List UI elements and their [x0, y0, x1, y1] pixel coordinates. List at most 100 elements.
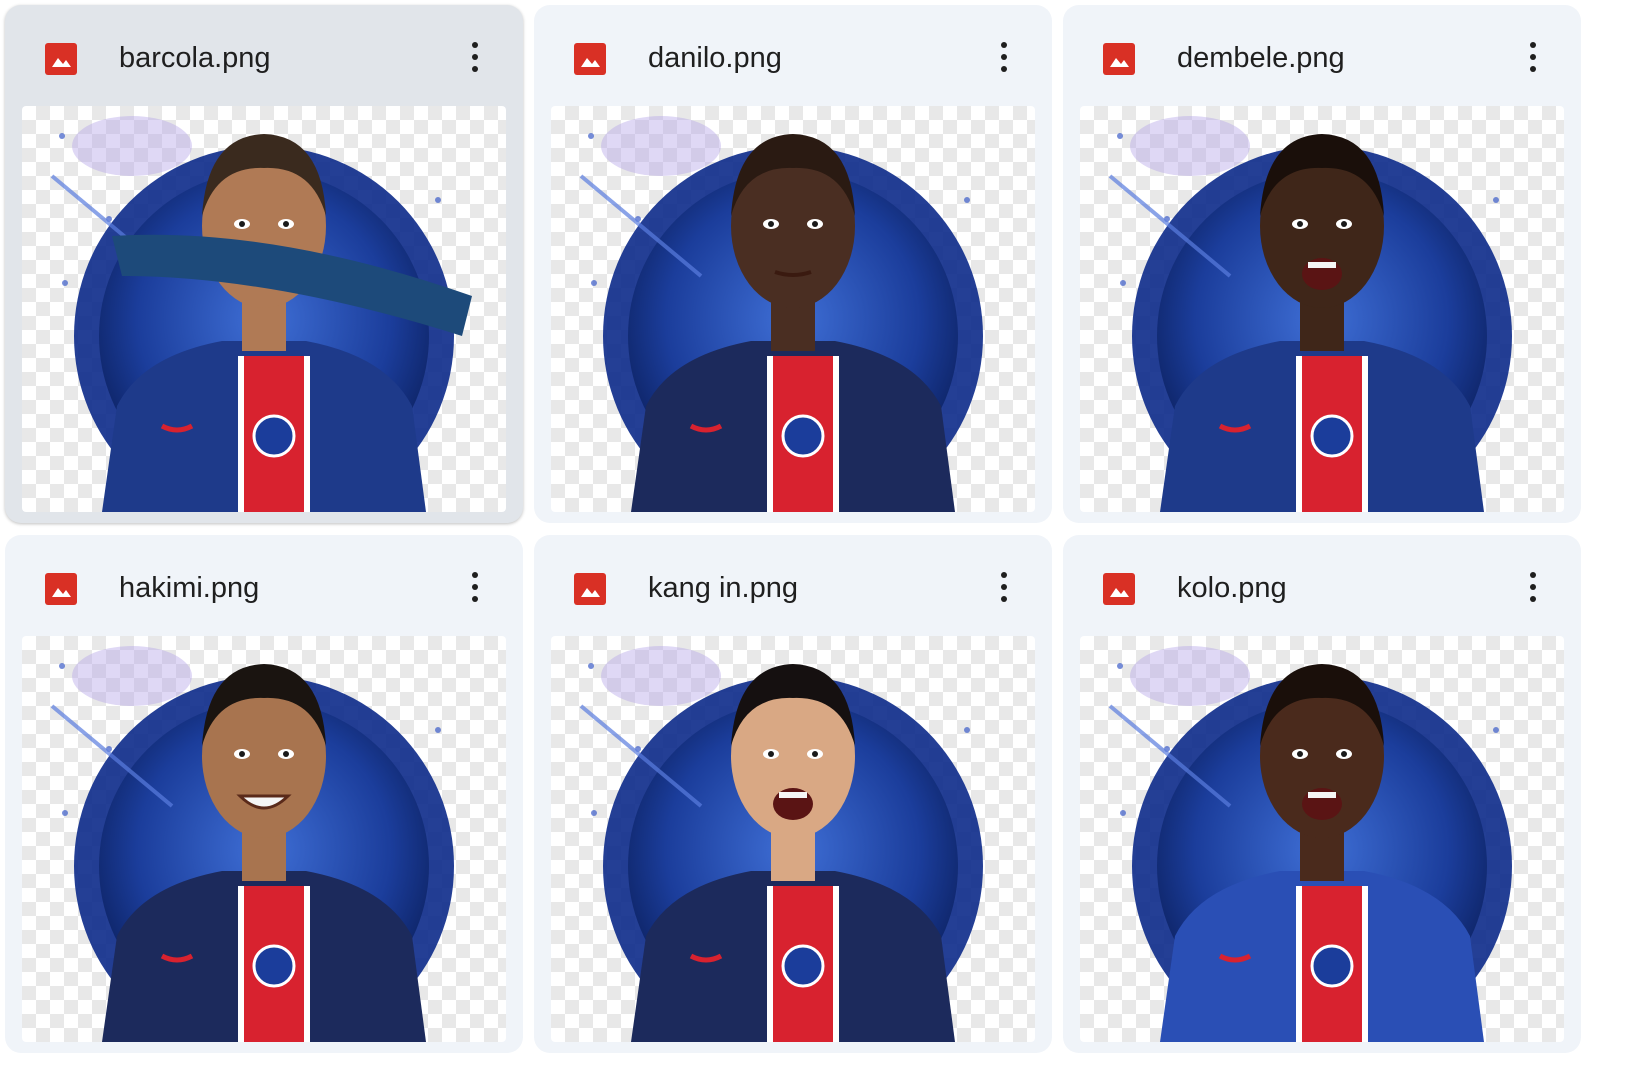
player-pupil — [1341, 751, 1347, 757]
file-thumbnail[interactable] — [22, 106, 506, 512]
glow-shape — [1130, 646, 1250, 706]
jersey-white-stripe-left — [767, 356, 773, 512]
file-name: barcola.png — [119, 42, 271, 74]
glow-shape — [601, 646, 721, 706]
more-vert-icon-dot — [472, 54, 478, 60]
file-thumbnail[interactable] — [1080, 636, 1564, 1042]
file-name: hakimi.png — [119, 572, 260, 604]
sparkle-dot — [62, 280, 68, 286]
sparkle-dot — [62, 810, 68, 816]
player-pupil — [1297, 221, 1303, 227]
file-card-danilo[interactable]: danilo.png — [534, 5, 1052, 523]
player-teeth — [779, 792, 807, 798]
glow-shape — [601, 116, 721, 176]
more-actions-button[interactable] — [1511, 565, 1555, 609]
file-card-kang-in[interactable]: kang in.png — [534, 535, 1052, 1053]
sparkle-dot — [588, 663, 594, 669]
more-vert-icon-dot — [472, 596, 478, 602]
more-vert-icon-dot — [1001, 596, 1007, 602]
file-card-header: kolo.png — [1063, 535, 1581, 631]
file-card-kolo[interactable]: kolo.png — [1063, 535, 1581, 1053]
more-vert-icon-dot — [1530, 596, 1536, 602]
file-name: kang in.png — [648, 572, 798, 604]
club-crest — [1310, 414, 1354, 458]
more-vert-icon — [472, 42, 478, 48]
sparkle-dot — [591, 280, 597, 286]
more-vert-icon-dot — [1530, 54, 1536, 60]
player-neck — [771, 831, 815, 881]
player-pupil — [283, 221, 289, 227]
sparkle-dot — [591, 810, 597, 816]
glow-shape — [72, 116, 192, 176]
file-card-barcola[interactable]: barcola.png — [5, 5, 523, 523]
image-file-icon — [1103, 573, 1135, 605]
more-actions-button[interactable] — [1511, 35, 1555, 79]
player-pupil — [812, 221, 818, 227]
sparkle-dot — [1117, 663, 1123, 669]
player-neck — [242, 831, 286, 881]
more-vert-icon-dot — [1001, 584, 1007, 590]
jersey-white-stripe-left — [767, 886, 773, 1042]
file-thumbnail[interactable] — [551, 636, 1035, 1042]
more-vert-icon — [1001, 42, 1007, 48]
player-pupil — [768, 751, 774, 757]
player-pupil — [239, 751, 245, 757]
more-vert-icon-dot — [1530, 66, 1536, 72]
sparkle-dot — [435, 727, 441, 733]
more-actions-button[interactable] — [982, 565, 1026, 609]
jersey-white-stripe-right — [833, 886, 839, 1042]
jersey-white-stripe-left — [238, 886, 244, 1042]
file-name: danilo.png — [648, 42, 782, 74]
sparkle-dot — [964, 197, 970, 203]
sparkle-dot — [588, 133, 594, 139]
player-neck — [1300, 831, 1344, 881]
jersey-white-stripe-right — [833, 356, 839, 512]
more-actions-button[interactable] — [982, 35, 1026, 79]
glow-shape — [72, 646, 192, 706]
player-pupil — [1297, 751, 1303, 757]
sparkle-dot — [1493, 727, 1499, 733]
sparkle-dot — [1117, 133, 1123, 139]
sparkle-dot — [59, 663, 65, 669]
image-file-icon — [574, 573, 606, 605]
jersey-white-stripe-right — [304, 356, 310, 512]
file-thumbnail[interactable] — [551, 106, 1035, 512]
more-vert-icon — [1530, 572, 1536, 578]
player-pupil — [768, 221, 774, 227]
more-vert-icon-dot — [1001, 66, 1007, 72]
file-card-header: kang in.png — [534, 535, 1052, 631]
player-pupil — [239, 221, 245, 227]
more-actions-button[interactable] — [453, 35, 497, 79]
file-card-dembele[interactable]: dembele.png — [1063, 5, 1581, 523]
image-file-icon — [45, 573, 77, 605]
player-pupil — [812, 751, 818, 757]
glow-shape — [1130, 116, 1250, 176]
more-vert-icon-dot — [1001, 54, 1007, 60]
file-thumbnail[interactable] — [1080, 106, 1564, 512]
jersey-white-stripe-left — [1296, 356, 1302, 512]
file-card-header: danilo.png — [534, 5, 1052, 101]
sparkle-dot — [435, 197, 441, 203]
more-vert-icon-dot — [1530, 584, 1536, 590]
image-file-icon — [1103, 43, 1135, 75]
sparkle-dot — [964, 727, 970, 733]
sparkle-dot — [1120, 280, 1126, 286]
thumbnail-artwork — [50, 116, 472, 512]
file-thumbnail[interactable] — [22, 636, 506, 1042]
thumbnail-artwork — [1108, 116, 1512, 512]
sparkle-dot — [1493, 197, 1499, 203]
sparkle-dot — [59, 133, 65, 139]
jersey-white-stripe-left — [1296, 886, 1302, 1042]
jersey-white-stripe-right — [304, 886, 310, 1042]
thumbnail-artwork — [50, 646, 454, 1042]
sparkle-dot — [1120, 810, 1126, 816]
player-neck — [242, 301, 286, 351]
jersey-white-stripe-right — [1362, 356, 1368, 512]
player-neck — [1300, 301, 1344, 351]
more-vert-icon-dot — [472, 66, 478, 72]
file-card-hakimi[interactable]: hakimi.png — [5, 535, 523, 1053]
image-file-icon — [574, 43, 606, 75]
more-actions-button[interactable] — [453, 565, 497, 609]
club-crest — [781, 414, 825, 458]
thumbnail-artwork — [579, 116, 983, 512]
